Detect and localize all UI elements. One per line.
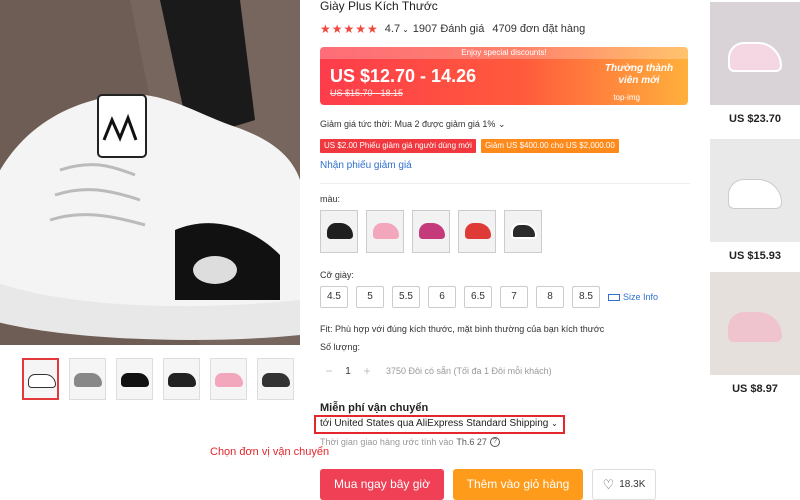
- product-title: Giày Plus Kích Thước: [320, 0, 438, 13]
- shipping-method-selector[interactable]: tới United States qua AliExpress Standar…: [320, 418, 558, 429]
- size-option[interactable]: 5.5: [392, 286, 420, 308]
- recommended-image: [710, 272, 800, 375]
- get-coupon-link[interactable]: Nhận phiếu giảm giá: [320, 160, 412, 171]
- store-coupon[interactable]: Giảm US $400.00 cho US $2,000.00: [480, 139, 619, 153]
- recommended-image: [710, 139, 800, 242]
- thumbnail[interactable]: [69, 358, 106, 400]
- ruler-icon: [608, 293, 620, 301]
- color-swatches: [320, 210, 542, 253]
- heart-icon: ♡: [602, 477, 615, 492]
- coupon-list: US $2.00 Phiếu giảm giá người dùng mới G…: [320, 139, 619, 153]
- product-info: Giày Plus Kích Thước ★★★★★ 4.7 ⌄ 1907 Đá…: [314, 0, 690, 500]
- color-swatch[interactable]: [458, 210, 496, 253]
- color-swatch[interactable]: [366, 210, 404, 253]
- recommended-item[interactable]: US $8.97: [710, 272, 800, 395]
- main-product-image: [0, 0, 300, 345]
- price-banner: Enjoy special discounts! US $12.70 - 14.…: [320, 47, 688, 105]
- thumbnail[interactable]: [257, 358, 294, 400]
- review-count[interactable]: 1907 Đánh giá: [413, 23, 485, 35]
- delivery-estimate: Thời gian giao hàng ước tính vào Th.6 27…: [320, 437, 500, 447]
- instant-discount[interactable]: Giảm giá tức thời: Mua 2 được giảm giá 1…: [320, 119, 505, 130]
- size-option[interactable]: 8: [536, 286, 564, 308]
- size-label: Cỡ giày:: [320, 270, 354, 280]
- size-option[interactable]: 7: [500, 286, 528, 308]
- thumbnail[interactable]: [210, 358, 247, 400]
- product-page: Giày Plus Kích Thước ★★★★★ 4.7 ⌄ 1907 Đá…: [0, 0, 800, 500]
- chevron-down-icon: ⌄: [551, 419, 558, 428]
- quantity-stepper: − 1 + 3750 Đôi có sẵn (Tối đa 1 Đôi mỗi …: [322, 364, 552, 378]
- stock-available: 3750 Đôi có sẵn (Tối đa 1 Đôi mỗi khách): [386, 366, 552, 376]
- order-count: 4709 đơn đặt hàng: [492, 23, 586, 35]
- recommended-price: US $15.93: [729, 250, 781, 262]
- rating-value[interactable]: 4.7: [385, 23, 400, 35]
- fit-note: Fit: Phù hợp với đúng kích thước, mặt bì…: [320, 324, 605, 334]
- chevron-down-icon[interactable]: ⌄: [402, 25, 409, 34]
- recommended-image: [710, 2, 800, 105]
- plus-button[interactable]: +: [360, 364, 374, 378]
- color-swatch[interactable]: [320, 210, 358, 253]
- original-price: US $15.70 - 18.15: [330, 88, 404, 98]
- recommended-price: US $23.70: [729, 113, 781, 125]
- recommended-price: US $8.97: [732, 383, 778, 395]
- size-option[interactable]: 6: [428, 286, 456, 308]
- size-options: 4.5 5 5.5 6 6.5 7 8 8.5 Size Info: [320, 286, 658, 308]
- thumbnail[interactable]: [163, 358, 200, 400]
- recommended-item[interactable]: US $15.93: [710, 139, 800, 262]
- star-rating-icon: ★★★★★: [320, 22, 379, 36]
- size-option[interactable]: 6.5: [464, 286, 492, 308]
- wishlist-button[interactable]: ♡ 18.3K: [592, 469, 656, 500]
- thumbnail[interactable]: [22, 358, 59, 400]
- promo-text: Enjoy special discounts!: [320, 47, 688, 59]
- size-option[interactable]: 8.5: [572, 286, 600, 308]
- current-price: US $12.70 - 14.26: [330, 66, 477, 86]
- quantity-input[interactable]: 1: [336, 366, 360, 377]
- thumbnail[interactable]: [116, 358, 153, 400]
- delivery-date: Th.6 27: [456, 437, 487, 447]
- thumbnail-strip: [22, 358, 294, 400]
- question-icon[interactable]: ?: [489, 437, 500, 447]
- rating-row: ★★★★★ 4.7 ⌄ 1907 Đánh giá 4709 đơn đặt h…: [320, 22, 585, 36]
- buy-now-button[interactable]: Mua ngay bây giờ: [320, 469, 444, 500]
- action-buttons: Mua ngay bây giờ Thêm vào giỏ hàng ♡ 18.…: [320, 469, 656, 500]
- chevron-down-icon: ⌄: [497, 119, 506, 129]
- size-option[interactable]: 4.5: [320, 286, 348, 308]
- new-user-coupon[interactable]: US $2.00 Phiếu giảm giá người dùng mới: [320, 139, 476, 153]
- size-info-link[interactable]: Size Info: [608, 292, 658, 302]
- color-swatch[interactable]: [504, 210, 542, 253]
- color-swatch[interactable]: [412, 210, 450, 253]
- minus-button[interactable]: −: [322, 364, 336, 378]
- new-member-badge: Thường thành viên mới: [604, 63, 674, 86]
- quantity-label: Số lượng:: [320, 342, 360, 352]
- color-label: màu:: [320, 194, 341, 204]
- size-option[interactable]: 5: [356, 286, 384, 308]
- add-to-cart-button[interactable]: Thêm vào giỏ hàng: [453, 469, 583, 500]
- shipping-title: Miễn phí vận chuyển: [320, 402, 429, 414]
- divider: [320, 183, 690, 184]
- annotation-text: Chọn đơn vị vận chuyển: [210, 446, 330, 458]
- recommended-item[interactable]: US $23.70: [710, 2, 800, 125]
- badge-image-alt: top-img: [613, 93, 640, 102]
